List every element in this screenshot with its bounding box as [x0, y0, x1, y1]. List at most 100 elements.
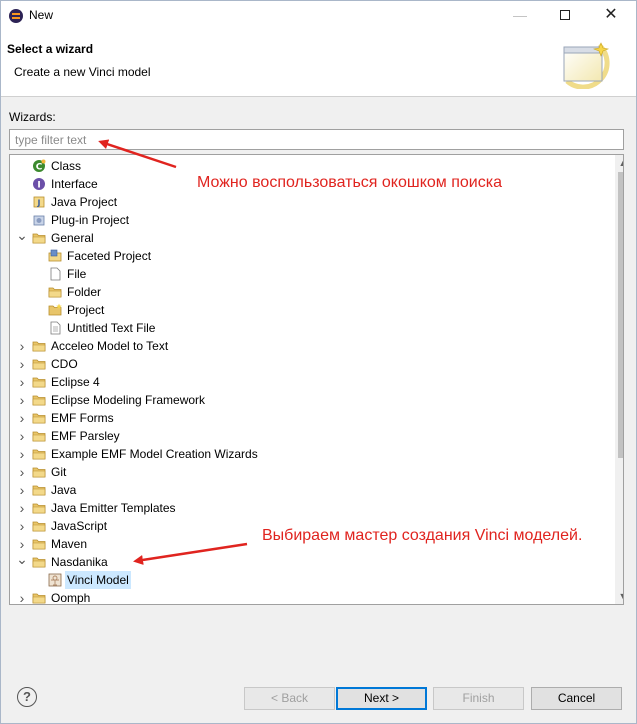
chevron-right-icon[interactable]: ›: [16, 589, 28, 604]
scroll-up-icon[interactable]: ▲: [615, 155, 623, 171]
tree-item-faceted-project[interactable]: Faceted Project: [10, 247, 600, 265]
chevron-right-icon[interactable]: ›: [16, 481, 28, 499]
folder-icon: [32, 395, 46, 406]
tree-item-project[interactable]: Project: [10, 301, 600, 319]
tree-item-label: JavaScript: [51, 519, 108, 533]
title-bar: New — ✕: [1, 1, 636, 31]
wizard-header: Select a wizard Create a new Vinci model: [1, 31, 636, 97]
tree-item-label: Java: [51, 483, 77, 497]
cancel-button[interactable]: Cancel: [531, 687, 622, 710]
page-title: Select a wizard: [7, 42, 94, 56]
tree-item-general[interactable]: ⌄ General: [10, 228, 600, 247]
interface-icon: I: [33, 178, 45, 191]
tree-item-label: CDO: [51, 357, 78, 371]
tree-item-label: Project: [67, 303, 105, 317]
tree-item-label: Untitled Text File: [67, 321, 156, 335]
chevron-right-icon[interactable]: ›: [16, 391, 28, 409]
chevron-right-icon[interactable]: ›: [16, 499, 28, 517]
tree-item-eclipse-modeling-framework[interactable]: › Eclipse Modeling Framework: [10, 391, 600, 409]
folder-icon: [32, 521, 46, 532]
tree-item-label: Java Emitter Templates: [51, 501, 176, 515]
finish-button[interactable]: Finish: [433, 687, 524, 710]
svg-text:J: J: [37, 199, 41, 208]
chevron-right-icon[interactable]: ›: [16, 355, 28, 373]
eclipse-icon: [9, 9, 23, 23]
tree-item-emf-parsley[interactable]: › EMF Parsley: [10, 427, 600, 445]
next-button[interactable]: Next >: [336, 687, 427, 710]
tree-item-java[interactable]: › Java: [10, 481, 600, 499]
filter-input[interactable]: [9, 129, 624, 150]
project-icon: [48, 303, 62, 316]
tree-item-label: Java Project: [51, 195, 118, 209]
tree-item-emf-forms[interactable]: › EMF Forms: [10, 409, 600, 427]
chevron-right-icon[interactable]: ›: [16, 373, 28, 391]
tree-item-file[interactable]: File: [10, 265, 600, 283]
folder-icon: [32, 467, 46, 478]
tree-item-label: General: [51, 231, 94, 245]
chevron-right-icon[interactable]: ›: [16, 517, 28, 535]
close-icon[interactable]: ✕: [588, 1, 634, 31]
tree-item-plug-in-project[interactable]: Plug-in Project: [10, 211, 600, 229]
tree-item-label: Acceleo Model to Text: [51, 339, 169, 353]
window-title: New: [29, 8, 54, 22]
folder-icon: [32, 503, 46, 514]
folder-icon: [48, 287, 62, 298]
tree-item-cdo[interactable]: › CDO: [10, 355, 600, 373]
tree-item-git[interactable]: › Git: [10, 463, 600, 481]
minimize-icon[interactable]: —: [497, 1, 543, 31]
tree-item-label: Eclipse 4: [51, 375, 100, 389]
tree-item-acceleo-model-to-text[interactable]: › Acceleo Model to Text: [10, 337, 600, 355]
svg-text:I: I: [37, 181, 40, 191]
tree-item-label: Class: [51, 159, 82, 173]
folder-icon: [32, 359, 46, 370]
chevron-right-icon[interactable]: ›: [16, 463, 28, 481]
maximize-icon[interactable]: [542, 1, 588, 31]
wizards-label: Wizards:: [9, 110, 56, 124]
tree-item-java-emitter-templates[interactable]: › Java Emitter Templates: [10, 499, 600, 517]
chevron-right-icon[interactable]: ›: [16, 427, 28, 445]
tree-item-vinci-model[interactable]: Vinci Model: [10, 571, 600, 589]
chevron-down-icon[interactable]: ⌄: [16, 552, 28, 571]
folder-icon: [32, 431, 46, 442]
tree-item-label: Interface: [51, 177, 98, 191]
faceted-project-icon: [48, 249, 62, 262]
tree-item-label: EMF Parsley: [51, 429, 120, 443]
tree-item-label: Git: [51, 465, 67, 479]
help-icon[interactable]: ?: [17, 687, 37, 707]
tree-item-eclipse-4[interactable]: › Eclipse 4: [10, 373, 600, 391]
chevron-right-icon[interactable]: ›: [16, 337, 28, 355]
text-file-icon: [50, 321, 61, 335]
back-button[interactable]: < Back: [244, 687, 335, 710]
tree-item-label: Vinci Model: [65, 571, 131, 589]
scroll-thumb[interactable]: [618, 172, 623, 458]
tree-item-untitled-text-file[interactable]: Untitled Text File: [10, 319, 600, 337]
tree-item-label: Folder: [67, 285, 102, 299]
tree-item-oomph[interactable]: › Oomph: [10, 589, 600, 604]
page-description: Create a new Vinci model: [14, 65, 151, 79]
tree-item-label: EMF Forms: [51, 411, 114, 425]
tree-item-label: Nasdanika: [51, 555, 108, 569]
folder-icon: [32, 557, 46, 568]
file-icon: [50, 267, 61, 281]
folder-icon: [32, 341, 46, 352]
tree-item-label: Example EMF Model Creation Wizards: [51, 447, 258, 461]
search-annotation: Можно воспользоваться окошком поиска: [197, 174, 502, 191]
tree-item-example-emf-model-creation-wizards[interactable]: › Example EMF Model Creation Wizards: [10, 445, 600, 463]
folder-icon: [32, 449, 46, 460]
tree-item-nasdanika[interactable]: ⌄ Nasdanika: [10, 552, 600, 571]
folder-icon: [32, 593, 46, 604]
folder-icon: [32, 377, 46, 388]
tree-item-folder[interactable]: Folder: [10, 283, 600, 301]
chevron-right-icon[interactable]: ›: [16, 445, 28, 463]
new-wizard-dialog: New — ✕ Select a wizard Create a new Vin…: [0, 0, 637, 724]
svg-text:C: C: [36, 163, 43, 173]
vinci-model-icon: [48, 573, 62, 587]
chevron-right-icon[interactable]: ›: [16, 409, 28, 427]
tree-item-java-project[interactable]: J Java Project: [10, 193, 600, 211]
plugin-project-icon: [33, 215, 45, 226]
vertical-scrollbar[interactable]: ▲ ▼: [615, 155, 623, 604]
chevron-down-icon[interactable]: ⌄: [16, 228, 28, 247]
tree-item-label: Faceted Project: [67, 249, 152, 263]
scroll-down-icon[interactable]: ▼: [615, 588, 623, 604]
tree-item-label: Maven: [51, 537, 88, 551]
